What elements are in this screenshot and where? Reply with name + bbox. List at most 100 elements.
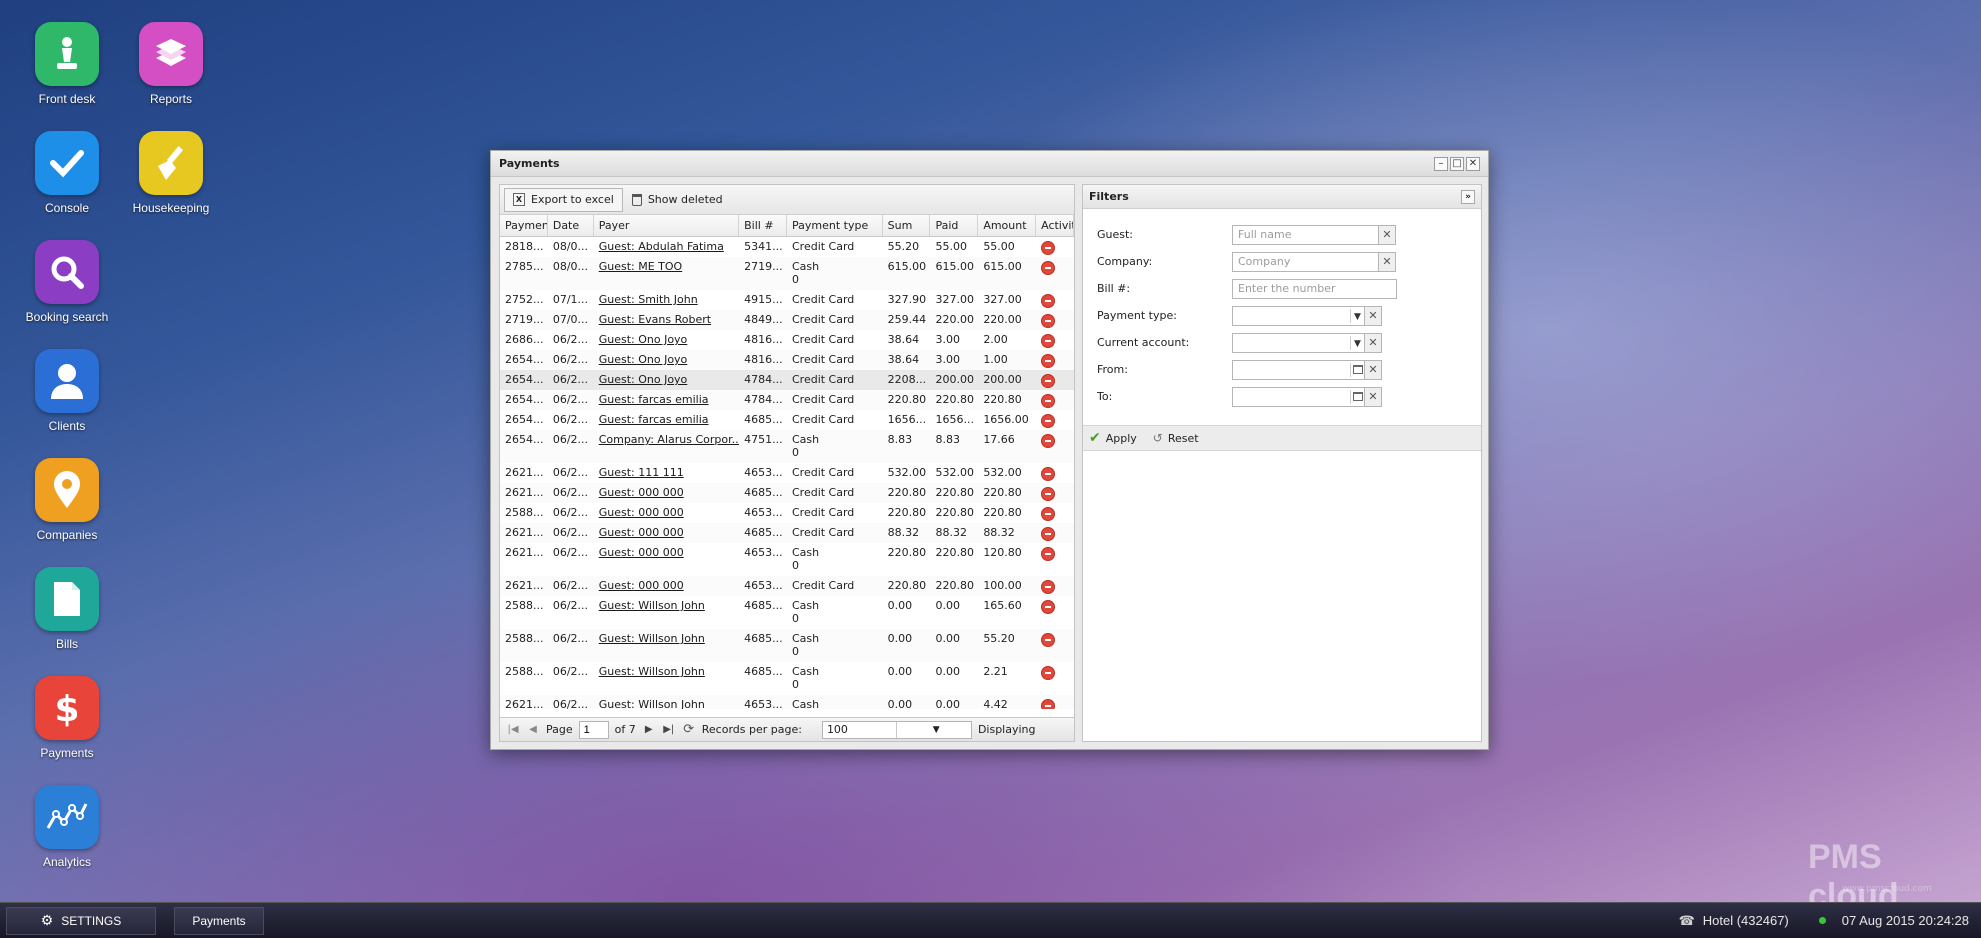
company-input[interactable]: Company (1232, 251, 1379, 272)
column-header-sum[interactable]: Sum (883, 215, 931, 236)
delete-payment-icon[interactable] (1041, 374, 1056, 388)
clear-guest-icon[interactable]: ✕ (1379, 224, 1396, 245)
payer-link-text[interactable]: Guest: farcas emilia (599, 393, 709, 406)
payer-link[interactable]: Guest: Abdulah Fatima (594, 237, 739, 257)
column-header-amount[interactable]: Amount (978, 215, 1037, 236)
payer-link[interactable]: Guest: Willson John (594, 629, 739, 662)
delete-payment-icon[interactable] (1041, 334, 1056, 348)
close-icon[interactable]: ✕ (1466, 156, 1480, 171)
clear-payment-type-icon[interactable]: ✕ (1365, 305, 1382, 326)
collapse-icon[interactable]: » (1461, 189, 1475, 204)
column-header-payment-type[interactable]: Payment type (787, 215, 883, 236)
refresh-icon[interactable]: ⟳ (682, 722, 696, 737)
payer-link-text[interactable]: Guest: Ono Joyo (599, 373, 688, 386)
delete-payment-icon[interactable] (1041, 354, 1056, 368)
table-row[interactable]: 2686... 06/2... Guest: Ono Joyo 4816... Cred… (500, 330, 1074, 350)
from-date-input[interactable] (1232, 359, 1365, 380)
front-desk-icon[interactable] (35, 22, 99, 86)
settings-button[interactable]: ⚙ SETTINGS (6, 906, 156, 935)
table-row[interactable]: 2654... 06/2... Guest: farcas emilia 4784..… (500, 390, 1074, 410)
payer-link-text[interactable]: Guest: Smith John (599, 293, 698, 306)
table-row[interactable]: 2621... 06/2... Guest: 111 111 4653... Credi… (500, 463, 1074, 483)
payer-link[interactable]: Guest: 000 000 (594, 503, 739, 523)
desktop-icon-reports[interactable]: Reports (116, 22, 226, 106)
payer-link-text[interactable]: Guest: Abdulah Fatima (599, 240, 724, 253)
companies-icon[interactable] (35, 458, 99, 522)
table-row[interactable]: 2654... 06/2... Guest: Ono Joyo 4816... Cred… (500, 350, 1074, 370)
table-row[interactable]: 2588... 06/2... Guest: Willson John 4685...… (500, 596, 1074, 629)
guest-input[interactable]: Full name (1232, 224, 1379, 245)
payer-link[interactable]: Guest: 000 000 (594, 523, 739, 543)
delete-payment-icon[interactable] (1041, 699, 1056, 709)
desktop-icon-clients[interactable]: Clients (12, 349, 122, 433)
table-row[interactable]: 2621... 06/2... Guest: 000 000 4685... Credi… (500, 523, 1074, 543)
table-row[interactable]: 2654... 06/2... Guest: farcas emilia 4685..… (500, 410, 1074, 430)
table-row[interactable]: 2719... 07/0... Guest: Evans Robert 4849...… (500, 310, 1074, 330)
booking-search-icon[interactable] (35, 240, 99, 304)
delete-payment-icon[interactable] (1041, 294, 1056, 308)
payer-link-text[interactable]: Guest: 000 000 (599, 579, 684, 592)
clear-from-icon[interactable]: ✕ (1365, 359, 1382, 380)
to-date-input[interactable] (1232, 386, 1365, 407)
payer-link[interactable]: Guest: farcas emilia (594, 410, 739, 430)
payer-link-text[interactable]: Guest: Ono Joyo (599, 333, 688, 346)
table-row[interactable]: 2621... 06/2... Guest: 000 000 4653... Credi… (500, 576, 1074, 596)
payer-link-text[interactable]: Guest: Willson John (599, 698, 705, 709)
delete-payment-icon[interactable] (1041, 261, 1056, 275)
desktop-icon-booking-search[interactable]: Booking search (12, 240, 122, 324)
payer-link-text[interactable]: Guest: Evans Robert (599, 313, 711, 326)
table-row[interactable]: 2785... 08/0... Guest: ME TOO 2719... Cash 0 6… (500, 257, 1074, 290)
apply-button[interactable]: ✔ Apply (1089, 430, 1137, 446)
table-row[interactable]: 2588... 06/2... Guest: 000 000 4653... Credi… (500, 503, 1074, 523)
analytics-icon[interactable] (35, 785, 99, 849)
payer-link[interactable]: Guest: Smith John (594, 290, 739, 310)
column-header-payment[interactable]: Payment (500, 215, 548, 236)
desktop-icon-bills[interactable]: Bills (12, 567, 122, 651)
page-number-input[interactable] (578, 720, 609, 739)
export-excel-button[interactable]: X Export to excel (504, 187, 623, 212)
payer-link[interactable]: Guest: 000 000 (594, 483, 739, 503)
payments-icon[interactable]: $ (35, 676, 99, 740)
payer-link-text[interactable]: Guest: Willson John (599, 599, 705, 612)
desktop-icon-front-desk[interactable]: Front desk (12, 22, 122, 106)
delete-payment-icon[interactable] (1041, 467, 1056, 481)
delete-payment-icon[interactable] (1041, 241, 1056, 255)
bills-icon[interactable] (35, 567, 99, 631)
payer-link[interactable]: Guest: Ono Joyo (594, 330, 739, 350)
desktop-icon-console[interactable]: Console (12, 131, 122, 215)
delete-payment-icon[interactable] (1041, 434, 1056, 448)
payer-link[interactable]: Guest: farcas emilia (594, 390, 739, 410)
column-header-activity[interactable]: Activity (1036, 215, 1074, 236)
chevron-down-icon[interactable]: ▼ (1350, 308, 1364, 323)
payer-link-text[interactable]: Guest: 000 000 (599, 486, 684, 499)
payer-link-text[interactable]: Guest: Willson John (599, 665, 705, 678)
delete-payment-icon[interactable] (1041, 527, 1056, 541)
payer-link[interactable]: Guest: Willson John (594, 695, 739, 709)
payer-link-text[interactable]: Guest: Ono Joyo (599, 353, 688, 366)
column-header-payer[interactable]: Payer (594, 215, 740, 236)
column-header-paid[interactable]: Paid (930, 215, 979, 236)
payer-link[interactable]: Guest: Willson John (594, 596, 739, 629)
prev-page-icon[interactable]: ◀ (526, 724, 540, 735)
calendar-icon[interactable] (1350, 389, 1364, 404)
desktop-icon-payments[interactable]: $ Payments (12, 676, 122, 760)
column-header-bill[interactable]: Bill # (739, 215, 787, 236)
table-row[interactable]: 2621... 06/2... Guest: Willson John 4653...… (500, 695, 1074, 709)
reset-button[interactable]: ↺ Reset (1153, 431, 1199, 445)
payment-type-select[interactable]: ▼ (1232, 305, 1365, 326)
payer-link[interactable]: Guest: 111 111 (594, 463, 739, 483)
bill-number-input[interactable]: Enter the number (1232, 278, 1397, 299)
payer-link[interactable]: Guest: 000 000 (594, 543, 739, 576)
payer-link-text[interactable]: Guest: 000 000 (599, 546, 684, 559)
payer-link-text[interactable]: Guest: 000 000 (599, 506, 684, 519)
console-icon[interactable] (35, 131, 99, 195)
payer-link-text[interactable]: Guest: farcas emilia (599, 413, 709, 426)
desktop-icon-companies[interactable]: Companies (12, 458, 122, 542)
delete-payment-icon[interactable] (1041, 507, 1056, 521)
table-row[interactable]: 2752... 07/1... Guest: Smith John 4915... Cr… (500, 290, 1074, 310)
payer-link[interactable]: Company: Alarus Corpor... (594, 430, 739, 463)
chevron-down-icon[interactable]: ▼ (896, 721, 971, 738)
table-row[interactable]: 2818... 08/0... Guest: Abdulah Fatima 5341.… (500, 237, 1074, 257)
delete-payment-icon[interactable] (1041, 394, 1056, 408)
delete-payment-icon[interactable] (1041, 414, 1056, 428)
